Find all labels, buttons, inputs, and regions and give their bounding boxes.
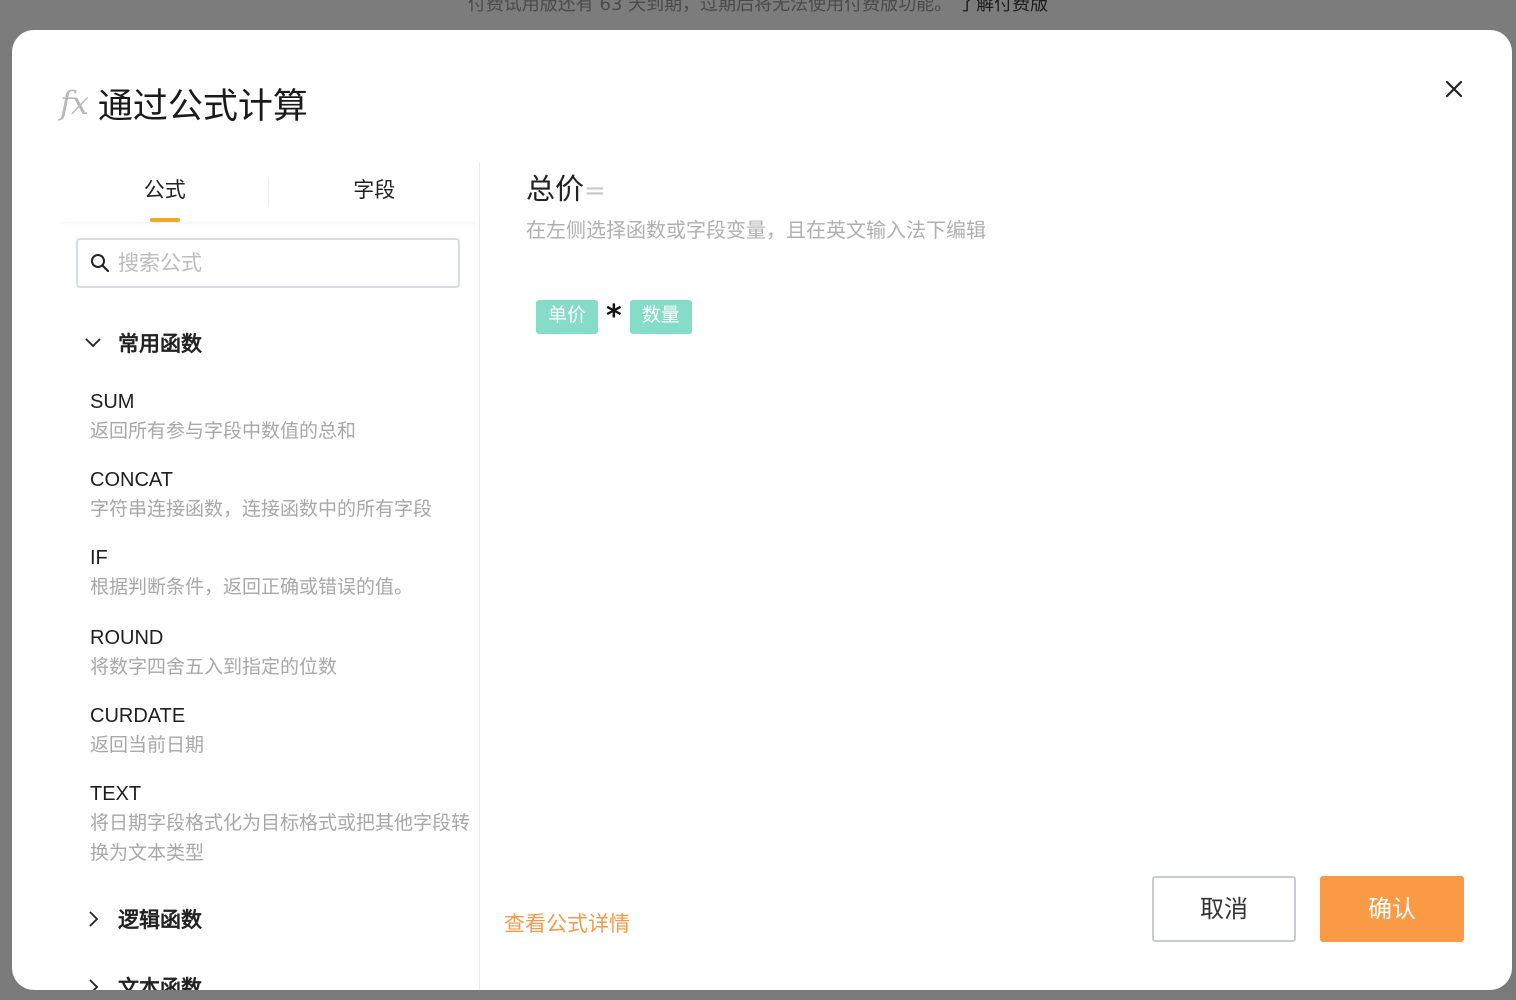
close-icon bbox=[1445, 80, 1463, 98]
editor-hint: 在左侧选择函数或字段变量，且在英文输入法下编辑 bbox=[526, 218, 986, 242]
tab-formula[interactable]: 公式 bbox=[60, 162, 270, 222]
function-item-if[interactable]: IF 根据判断条件，返回正确或错误的值。 bbox=[90, 544, 470, 624]
function-name: SUM bbox=[90, 391, 135, 413]
group-label: 逻辑函数 bbox=[118, 908, 202, 932]
function-list: SUM 返回所有参与字段中数值的总和 CONCAT 字符串连接函数，连接函数中的… bbox=[90, 388, 470, 868]
panel-tabs: 公式 字段 bbox=[60, 162, 479, 222]
formula-search bbox=[76, 238, 460, 288]
formula-modal: fx 通过公式计算 公式 字段 常用函数 SUM bbox=[12, 30, 1512, 990]
function-desc: 返回所有参与字段中数值的总和 bbox=[90, 420, 357, 442]
function-name: IF bbox=[90, 547, 108, 569]
function-name: TEXT bbox=[90, 783, 142, 805]
function-desc: 根据判断条件，返回正确或错误的值。 bbox=[90, 576, 414, 598]
search-icon bbox=[91, 254, 110, 273]
field-chip-unit-price[interactable]: 单价 bbox=[536, 300, 599, 334]
function-item-concat[interactable]: CONCAT 字符串连接函数，连接函数中的所有字段 bbox=[90, 466, 470, 544]
group-label: 常用函数 bbox=[118, 332, 202, 356]
cancel-button[interactable]: 取消 bbox=[1152, 876, 1296, 942]
learn-paid-link[interactable]: 了解付费版 bbox=[958, 0, 1048, 15]
close-button[interactable] bbox=[1440, 76, 1468, 104]
group-label: 文本函数 bbox=[118, 976, 202, 990]
function-name: ROUND bbox=[90, 627, 164, 649]
function-name: CONCAT bbox=[90, 469, 173, 491]
target-field-name: 总价 bbox=[526, 172, 585, 206]
function-item-curdate[interactable]: CURDATE 返回当前日期 bbox=[90, 702, 470, 780]
function-desc: 字符串连接函数，连接函数中的所有字段 bbox=[90, 498, 433, 520]
function-name: CURDATE bbox=[90, 705, 186, 727]
confirm-button[interactable]: 确认 bbox=[1320, 876, 1464, 942]
field-chip-quantity[interactable]: 数量 bbox=[629, 300, 692, 334]
chevron-down-icon bbox=[85, 338, 101, 348]
group-text-functions[interactable]: 文本函数 bbox=[84, 972, 202, 990]
equals-sign: = bbox=[584, 176, 606, 206]
function-desc: 将日期字段格式化为目标格式或把其他字段转换为文本类型 bbox=[90, 812, 471, 864]
chevron-right-icon bbox=[89, 979, 99, 990]
function-item-round[interactable]: ROUND 将数字四舍五入到指定的位数 bbox=[90, 624, 470, 702]
modal-header: fx 通过公式计算 bbox=[60, 78, 308, 128]
formula-editor[interactable]: 总价= 在左侧选择函数或字段变量，且在英文输入法下编辑 单价 * 数量 bbox=[526, 166, 1472, 990]
editor-heading: 总价= bbox=[526, 166, 1472, 208]
function-desc: 将数字四舍五入到指定的位数 bbox=[90, 656, 338, 678]
function-item-sum[interactable]: SUM 返回所有参与字段中数值的总和 bbox=[90, 388, 470, 466]
group-common-functions[interactable]: 常用函数 bbox=[84, 328, 202, 358]
tab-field[interactable]: 字段 bbox=[270, 162, 480, 222]
function-panel: 公式 字段 常用函数 SUM 返回所有参与字段中数值的总和 CONCAT bbox=[60, 162, 480, 990]
group-logic-functions[interactable]: 逻辑函数 bbox=[84, 904, 202, 934]
view-formula-details-link[interactable]: 查看公式详情 bbox=[504, 908, 630, 938]
function-item-text[interactable]: TEXT 将日期字段格式化为目标格式或把其他字段转换为文本类型 bbox=[90, 780, 470, 868]
modal-title: 通过公式计算 bbox=[97, 86, 308, 127]
function-desc: 返回当前日期 bbox=[90, 734, 205, 756]
operator-multiply: * bbox=[606, 299, 622, 334]
search-input[interactable] bbox=[116, 250, 458, 276]
chevron-right-icon bbox=[89, 911, 99, 927]
formula-expression[interactable]: 单价 * 数量 bbox=[536, 300, 692, 334]
function-fx-icon: fx bbox=[60, 84, 89, 122]
trial-notice: 付费试用版还有 63 天到期，过期后将无法使用付费版功能。 bbox=[467, 0, 953, 15]
